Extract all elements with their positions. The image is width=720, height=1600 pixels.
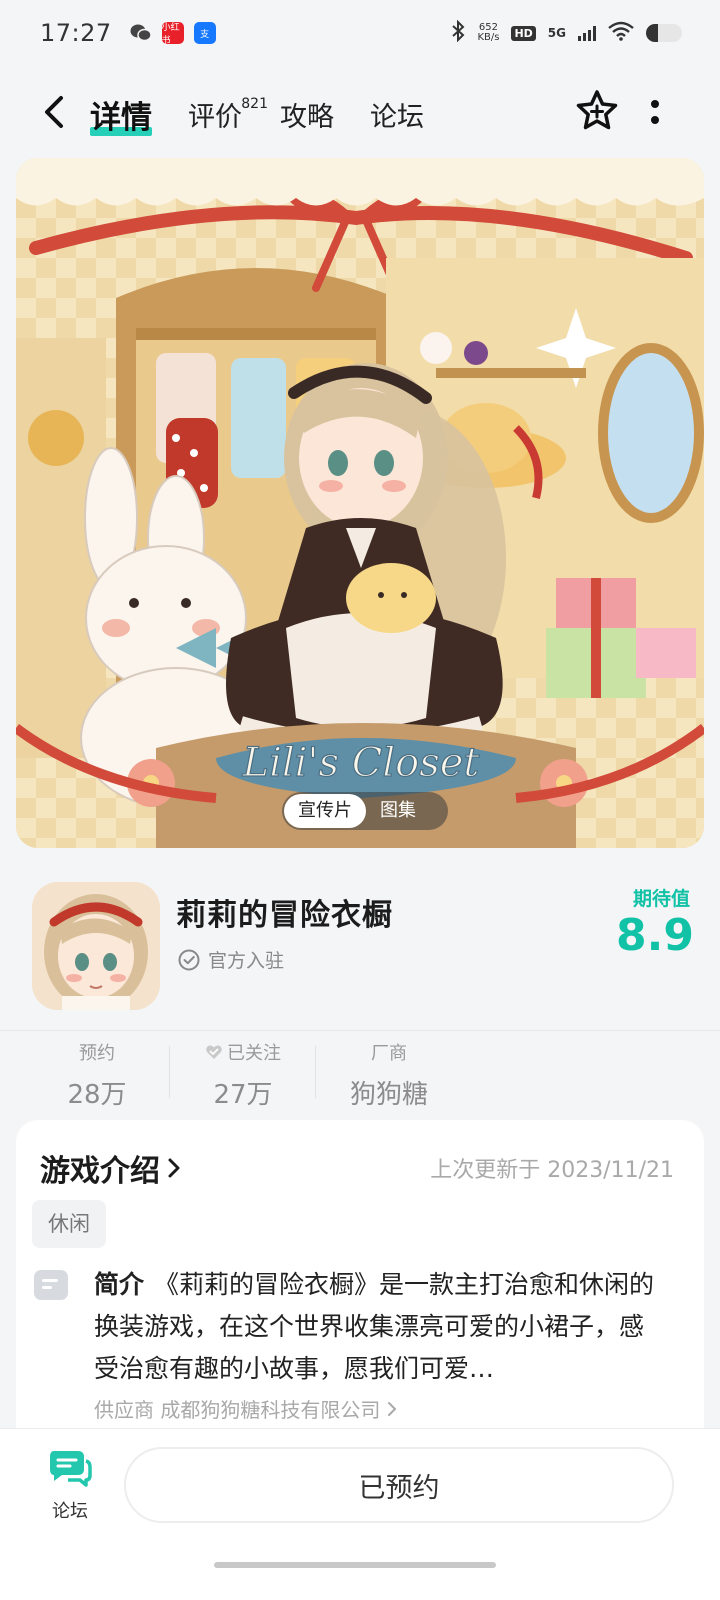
hd-badge: HD <box>511 25 536 41</box>
home-indicator[interactable] <box>214 1562 496 1568</box>
wechat-icon <box>130 22 152 44</box>
supplier-text: 供应商 成都狗狗糖科技有限公司 <box>94 1398 381 1422</box>
star-plus-icon <box>576 90 618 130</box>
favorite-button[interactable] <box>574 88 620 134</box>
status-bar: 17:27 小红书 支 652 KB/s HD 5G <box>0 0 720 66</box>
tab-bar: 详情 评价 821 攻略 论坛 <box>90 88 460 138</box>
heart-icon <box>206 1045 222 1059</box>
bluetooth-icon <box>451 19 465 46</box>
media-toggle: 宣传片 图集 <box>282 792 448 830</box>
stat-followers[interactable]: 已关注 27万 <box>170 1040 316 1120</box>
chevron-right-small-icon <box>387 1402 397 1416</box>
description-icon <box>34 1270 68 1300</box>
official-badge-label: 官方入驻 <box>208 950 285 972</box>
review-count: 821 <box>241 96 268 112</box>
stat-label: 厂商 <box>371 1043 407 1064</box>
divider <box>0 1030 720 1031</box>
stats-row: 预约 28万 已关注 27万 厂商 狗狗糖 <box>0 1040 720 1120</box>
intro-title: 游戏介绍 <box>40 1154 160 1189</box>
verified-check-icon <box>178 949 200 970</box>
stat-label-row: 已关注 <box>170 1040 316 1064</box>
score-label: 期待值 <box>632 888 690 910</box>
score-value: 8.9 <box>616 910 694 961</box>
intro-title-link[interactable]: 游戏介绍 <box>40 1146 182 1190</box>
tab-details[interactable]: 详情 <box>90 98 152 138</box>
description-body: 《莉莉的冒险衣橱》是一款主打治愈和休闲的换装游戏，在这个世界收集漂亮可爱的小裙子… <box>94 1270 655 1383</box>
tab-forum[interactable]: 论坛 <box>370 98 424 138</box>
stat-reservations: 预约 28万 <box>24 1040 170 1120</box>
supplier-link[interactable]: 供应商 成都狗狗糖科技有限公司 <box>94 1394 397 1423</box>
media-tab-gallery[interactable]: 图集 <box>366 794 430 828</box>
banner-logo-text: Lili's Closet <box>242 740 481 786</box>
tab-label: 攻略 <box>280 102 334 133</box>
description-text[interactable]: 简介 《莉莉的冒险衣橱》是一款主打治愈和休闲的换装游戏，在这个世界收集漂亮可爱的小… <box>94 1264 668 1390</box>
status-right: 652 KB/s HD 5G <box>451 19 682 46</box>
tab-label: 评价 <box>188 102 242 133</box>
stat-value: 狗狗糖 <box>349 1080 428 1110</box>
battery-icon <box>646 24 682 42</box>
media-tab-video[interactable]: 宣传片 <box>284 794 366 828</box>
reserved-button[interactable]: 已预约 <box>124 1447 674 1523</box>
forum-button[interactable]: 论坛 <box>40 1449 100 1523</box>
tab-label: 论坛 <box>370 102 424 133</box>
genre-tag[interactable]: 休闲 <box>32 1200 106 1248</box>
net-speed-unit: KB/s <box>477 32 500 43</box>
chat-bubble-icon <box>50 1451 92 1487</box>
xiaohongshu-icon: 小红书 <box>161 22 184 46</box>
notification-icons: 小红书 支 <box>130 22 216 46</box>
more-dot-icon <box>651 116 659 124</box>
intro-card: 游戏介绍 上次更新于 2023/11/21 休闲 简介 《莉莉的冒险衣橱》是一款主… <box>16 1120 704 1450</box>
top-nav: 详情 评价 821 攻略 论坛 <box>0 78 720 148</box>
back-button[interactable] <box>36 92 72 132</box>
more-button[interactable] <box>645 92 665 132</box>
signal-icon <box>578 25 596 41</box>
chevron-right-icon <box>168 1158 180 1178</box>
back-arrow-icon <box>45 96 63 128</box>
stat-developer[interactable]: 厂商 狗狗糖 <box>316 1040 462 1120</box>
update-date: 上次更新于 2023/11/21 <box>430 1158 674 1183</box>
app-info: 莉莉的冒险衣橱 官方入驻 期待值 8.9 <box>0 860 720 1030</box>
alipay-icon: 支 <box>193 22 216 44</box>
tab-label: 详情 <box>90 100 152 136</box>
more-dot-icon <box>651 100 659 108</box>
app-icon-image <box>32 882 160 1010</box>
stat-label: 已关注 <box>227 1043 281 1064</box>
app-name: 莉莉的冒险衣橱 <box>176 898 393 933</box>
tab-guides[interactable]: 攻略 <box>280 98 334 138</box>
status-time: 17:27 <box>40 19 112 47</box>
bottom-bar: 论坛 已预约 <box>0 1428 720 1600</box>
forum-label: 论坛 <box>52 1501 88 1522</box>
app-icon[interactable] <box>32 882 160 1010</box>
official-badge: 官方入驻 <box>178 946 284 973</box>
network-type: 5G <box>547 26 566 40</box>
promo-banner[interactable]: Lili's Closet 宣传片 图集 <box>16 158 704 848</box>
stat-value: 27万 <box>213 1080 273 1110</box>
description-label: 简介 <box>94 1270 145 1299</box>
net-speed: 652 KB/s <box>477 23 499 43</box>
stat-value: 28万 <box>67 1080 127 1110</box>
stat-label: 预约 <box>79 1043 115 1064</box>
banner-artwork: Lili's Closet <box>16 158 704 848</box>
wifi-icon <box>608 21 634 45</box>
tab-reviews[interactable]: 评价 821 <box>188 96 268 138</box>
